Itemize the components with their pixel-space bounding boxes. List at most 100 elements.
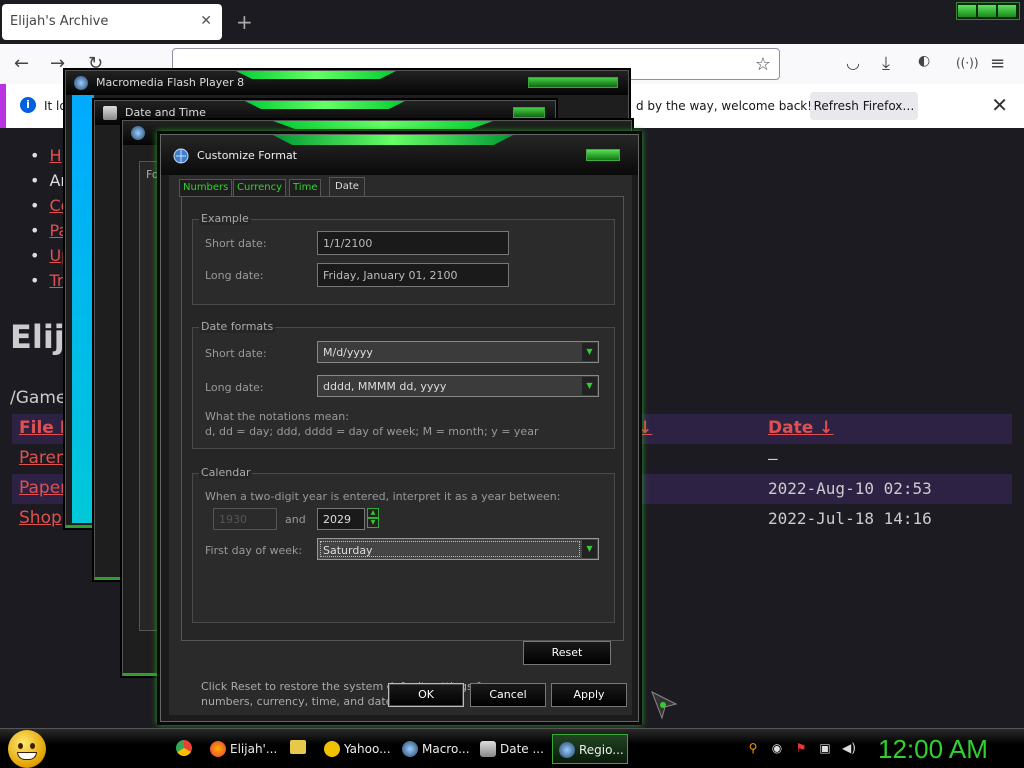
short-date-format-select[interactable]: M/d/yyyy ▼	[317, 341, 599, 363]
spin-down-icon[interactable]: ▼	[367, 518, 379, 528]
yahoo-messenger-icon	[324, 741, 340, 757]
dialog-titlebar[interactable]: Customize Format	[161, 135, 638, 175]
window-buttons[interactable]	[528, 77, 618, 88]
short-date-format-value: M/d/yyyy	[323, 346, 373, 359]
chevron-down-icon[interactable]: ▼	[582, 377, 597, 395]
dialog-close-button[interactable]	[586, 149, 620, 161]
short-date-example-label: Short date:	[205, 237, 267, 250]
clock[interactable]: 12:00 AM	[878, 734, 988, 765]
flash-content	[72, 95, 94, 523]
chevron-down-icon[interactable]: ▼	[582, 343, 597, 361]
tab-time[interactable]: Time	[289, 179, 322, 197]
firefox-icon	[210, 741, 226, 757]
refresh-firefox-button[interactable]: Refresh Firefox…	[810, 92, 918, 120]
calendar-icon	[103, 106, 117, 120]
apply-button[interactable]: Apply	[551, 683, 627, 707]
notation-text: d, dd = day; ddd, dddd = day of week; M …	[205, 425, 539, 438]
file-date: 2022-Jul-18 14:16	[768, 509, 932, 528]
year-from-field: 1930	[213, 508, 277, 530]
first-day-value: Saturday	[320, 541, 580, 557]
two-digit-year-label: When a two-digit year is entered, interp…	[205, 490, 561, 503]
taskbar-item-flash[interactable]: Macro...	[396, 734, 470, 764]
first-day-select[interactable]: Saturday ▼	[317, 538, 599, 560]
short-date-example-field: 1/1/2100	[317, 231, 509, 255]
taskbar-item-date-time[interactable]: Date ...	[474, 734, 548, 764]
notification-close-icon[interactable]: ✕	[991, 93, 1008, 117]
date-formats-group: Date formats Short date: M/d/yyyy ▼ Long…	[192, 320, 615, 449]
cancel-button[interactable]: Cancel	[470, 683, 546, 707]
long-date-format-value: dddd, MMMM dd, yyyy	[323, 380, 447, 393]
notification-text-left: It lo	[44, 99, 67, 113]
tab-close-icon[interactable]: ✕	[200, 13, 212, 29]
date-tab-panel: Example Short date: 1/1/2100 Long date: …	[181, 196, 624, 641]
taskbar-item-firefox[interactable]: Elijah'...	[204, 734, 280, 764]
download-icon[interactable]: ⤓	[882, 53, 890, 74]
long-date-format-select[interactable]: dddd, MMMM dd, yyyy ▼	[317, 375, 599, 397]
back-arrow-icon[interactable]: ←	[14, 53, 29, 74]
notation-title: What the notations mean:	[205, 410, 349, 423]
browser-tab-bar: Elijah's Archive ✕ +	[0, 0, 1024, 44]
tab-currency[interactable]: Currency	[233, 179, 287, 197]
account-icon[interactable]: ◐	[918, 53, 930, 69]
window-close-button[interactable]	[513, 107, 545, 118]
group-legend: Date formats	[199, 320, 276, 333]
breadcrumb: /Game	[10, 388, 67, 408]
group-legend: Example	[199, 212, 251, 225]
long-date-format-label: Long date:	[205, 381, 264, 394]
customize-format-dialog: Customize Format Numbers Currency Time D…	[160, 134, 639, 722]
reset-button[interactable]: Reset	[523, 641, 611, 665]
menu-icon[interactable]: ≡	[990, 53, 1005, 74]
taskbar-item-label: Regio...	[579, 743, 624, 757]
tab-title: Elijah's Archive	[10, 14, 109, 29]
spin-up-icon[interactable]: ▲	[367, 508, 379, 518]
window-titlebar[interactable]: Macromedia Flash Player 8	[66, 71, 628, 95]
calendar-icon	[480, 741, 496, 757]
pocket-icon[interactable]: ◡	[846, 53, 860, 72]
date-header[interactable]: Date ↓	[768, 418, 833, 438]
ok-button[interactable]: OK	[388, 683, 464, 707]
long-date-example-label: Long date:	[205, 269, 264, 282]
year-to-field[interactable]: 2029	[317, 508, 365, 530]
example-group: Example Short date: 1/1/2100 Long date: …	[192, 212, 615, 305]
globe-icon	[131, 126, 145, 140]
chevron-down-icon[interactable]: ▼	[582, 540, 597, 558]
file-link[interactable]: Paper	[19, 478, 67, 498]
window-title: Macromedia Flash Player 8	[96, 76, 245, 89]
volume-icon[interactable]: ◀)	[842, 741, 856, 755]
taskbar-item-yahoo[interactable]: Yahoo...	[318, 734, 394, 764]
and-label: and	[285, 513, 306, 526]
messenger-tray-icon[interactable]: ◉	[770, 741, 784, 755]
file-date: 2022-Aug-10 02:53	[768, 479, 932, 498]
globe-icon	[173, 148, 189, 164]
tab-numbers[interactable]: Numbers	[179, 179, 233, 197]
start-button[interactable]	[8, 730, 46, 768]
dialog-body: Numbers Currency Time Date Example Short…	[169, 175, 632, 715]
long-date-example-field: Friday, January 01, 2100	[317, 263, 509, 287]
taskbar-item-label: Date ...	[500, 742, 544, 756]
new-tab-button[interactable]: +	[236, 10, 253, 34]
file-link[interactable]: Paren	[19, 448, 67, 468]
taskbar-item-regional[interactable]: Regio...	[552, 734, 628, 764]
search-icon[interactable]: ⚲	[746, 741, 760, 755]
taskbar-item-label: Yahoo...	[344, 742, 391, 756]
window-title: Date and Time	[125, 106, 206, 119]
file-date: –	[768, 449, 778, 468]
security-alert-icon[interactable]: ⚑	[794, 741, 808, 755]
bookmark-star-icon[interactable]: ☆	[755, 54, 771, 75]
first-day-label: First day of week:	[205, 544, 303, 557]
sort-arrow-icon[interactable]: ↓	[638, 418, 652, 438]
window-controls[interactable]	[956, 2, 1020, 20]
year-spinner[interactable]: ▲ ▼	[367, 508, 381, 530]
folder-icon[interactable]	[290, 740, 306, 754]
mouse-cursor-icon	[651, 690, 678, 720]
flash-icon	[402, 741, 418, 757]
chrome-icon[interactable]	[176, 740, 192, 756]
extensions-icon[interactable]: ((·))	[956, 56, 979, 70]
dialog-title: Customize Format	[197, 149, 297, 162]
flash-icon	[74, 76, 88, 90]
info-icon: i	[20, 97, 36, 113]
group-legend: Calendar	[199, 466, 253, 479]
network-icon[interactable]: ▣	[818, 741, 832, 755]
forward-arrow-icon[interactable]: →	[50, 53, 65, 74]
browser-tab[interactable]: Elijah's Archive ✕	[2, 4, 222, 40]
